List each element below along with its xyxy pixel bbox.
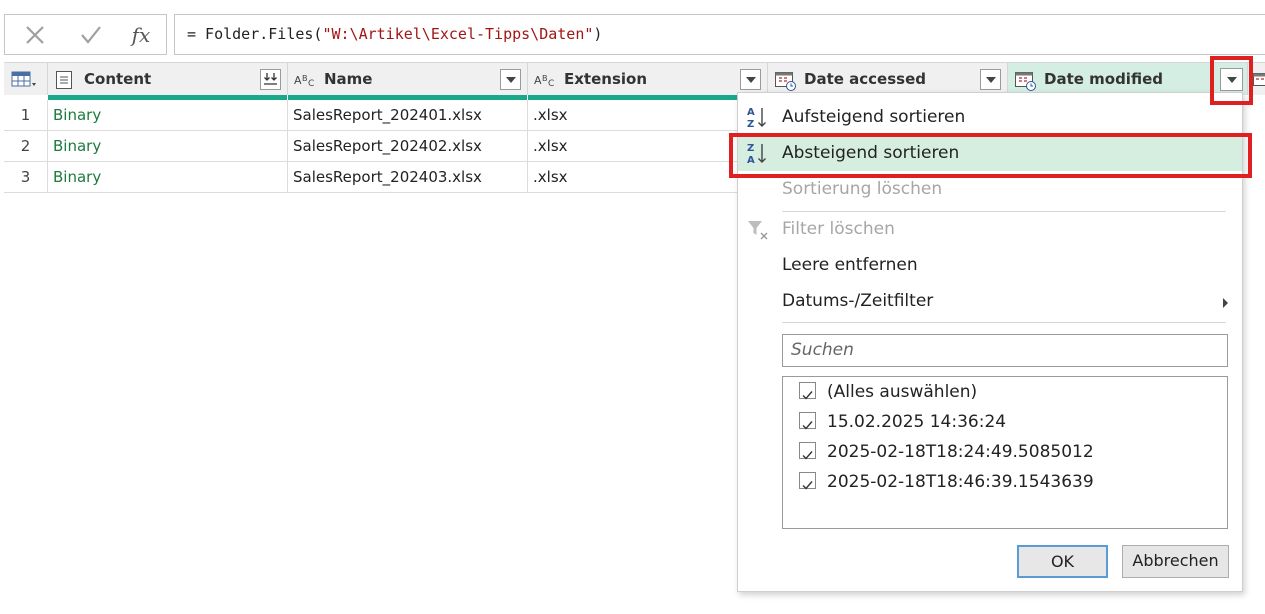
column-header-label: Content — [84, 70, 152, 88]
chevron-down-icon[interactable] — [740, 69, 761, 90]
svg-text:A: A — [747, 107, 755, 118]
binary-cell[interactable]: Binary — [48, 131, 288, 162]
menu-item-clear-filter: Filter löschen — [738, 211, 1242, 247]
svg-text:C: C — [548, 79, 554, 88]
table-cell[interactable]: .xlsx — [528, 131, 768, 162]
filter-value-label: 15.02.2025 14:36:24 — [827, 412, 1007, 432]
checkbox[interactable] — [799, 382, 816, 400]
svg-text:A: A — [747, 155, 755, 165]
sort-descending-icon: ZA — [746, 141, 770, 166]
column-header-date-accessed[interactable]: Date accessed — [768, 62, 1008, 95]
menu-item-clear-sort: Sortierung löschen — [738, 171, 1242, 207]
row-number: 1 — [4, 100, 48, 131]
formula-input[interactable]: = Folder.Files("W:\Artikel\Excel-Tipps\D… — [174, 14, 1265, 55]
column-filter-menu: AZ Aufsteigend sortieren ZA Absteigend s… — [737, 92, 1243, 592]
row-number: 3 — [4, 162, 48, 193]
column-header-content[interactable]: Content — [48, 62, 288, 100]
row-number: 2 — [4, 131, 48, 162]
menu-item-label: Sortierung löschen — [782, 179, 943, 199]
text-type-icon: ABC — [534, 72, 558, 92]
column-header-extension[interactable]: ABC Extension — [528, 62, 768, 100]
ok-button[interactable]: OK — [1017, 545, 1108, 578]
svg-text:Z: Z — [747, 143, 754, 154]
menu-item-label: Datums-/Zeitfilter — [782, 291, 934, 311]
formula-bar-buttons: fx — [4, 14, 167, 55]
column-header-name[interactable]: ABC Name — [288, 62, 528, 100]
table-cell[interactable]: .xlsx — [528, 162, 768, 193]
menu-separator — [782, 322, 1226, 323]
formula-suffix: ) — [593, 25, 603, 43]
chevron-down-icon[interactable] — [1220, 68, 1243, 91]
menu-item-label: Leere entfernen — [782, 255, 918, 275]
table-cell[interactable]: SalesReport_202401.xlsx — [288, 100, 528, 131]
chevron-down-icon[interactable] — [500, 69, 521, 90]
filter-value-label: 2025-02-18T18:46:39.1543639 — [827, 472, 1094, 492]
column-header-date-modified[interactable]: Date modified — [1008, 62, 1248, 95]
sort-ascending-icon: AZ — [746, 105, 770, 130]
column-header-label: Extension — [564, 70, 647, 88]
table-corner-menu[interactable] — [4, 62, 48, 95]
column-header-label: Name — [324, 70, 373, 88]
formula-argument: "W:\Artikel\Excel-Tipps\Daten" — [322, 25, 594, 43]
checkbox[interactable] — [799, 412, 816, 430]
checkbox[interactable] — [799, 472, 816, 490]
clear-filter-icon — [746, 217, 770, 241]
svg-text:A: A — [534, 74, 542, 87]
chevron-down-icon[interactable] — [980, 69, 1001, 90]
search-input[interactable]: Suchen — [782, 334, 1228, 367]
menu-item-label: Filter löschen — [782, 219, 895, 239]
formula-prefix: = Folder.Files( — [187, 25, 323, 43]
filter-values-list: (Alles auswählen) 15.02.2025 14:36:24 20… — [782, 376, 1228, 529]
svg-text:B: B — [542, 74, 548, 83]
menu-item-sort-descending[interactable]: ZA Absteigend sortieren — [738, 135, 1242, 171]
table-cell[interactable]: SalesReport_202403.xlsx — [288, 162, 528, 193]
filter-value-label: 2025-02-18T18:24:49.5085012 — [827, 442, 1094, 462]
binary-icon — [54, 70, 74, 94]
text-type-icon: ABC — [294, 72, 318, 92]
svg-text:C: C — [308, 79, 314, 88]
svg-text:A: A — [294, 74, 302, 87]
svg-text:Z: Z — [747, 119, 754, 129]
expand-binary-icon[interactable] — [260, 69, 281, 90]
binary-cell[interactable]: Binary — [48, 162, 288, 193]
fx-icon[interactable]: fx — [123, 19, 159, 51]
svg-text:B: B — [302, 74, 308, 83]
x-icon[interactable] — [17, 19, 53, 51]
column-header-next[interactable] — [1248, 62, 1265, 95]
menu-item-remove-empty[interactable]: Leere entfernen — [738, 247, 1242, 283]
checkbox[interactable] — [799, 442, 816, 460]
chevron-right-icon — [1223, 298, 1228, 308]
menu-item-label: Aufsteigend sortieren — [782, 107, 966, 127]
menu-item-label: Absteigend sortieren — [782, 143, 960, 163]
binary-cell[interactable]: Binary — [48, 100, 288, 131]
table-cell[interactable]: SalesReport_202402.xlsx — [288, 131, 528, 162]
check-icon[interactable] — [73, 19, 109, 51]
menu-item-datetime-filter[interactable]: Datums-/Zeitfilter — [738, 283, 1242, 319]
table-cell[interactable]: .xlsx — [528, 100, 768, 131]
menu-item-sort-ascending[interactable]: AZ Aufsteigend sortieren — [738, 99, 1242, 135]
table-icon — [11, 71, 37, 93]
cancel-button[interactable]: Abbrechen — [1122, 545, 1229, 578]
datetime-type-icon — [1252, 71, 1265, 93]
filter-value-label: (Alles auswählen) — [827, 382, 978, 402]
